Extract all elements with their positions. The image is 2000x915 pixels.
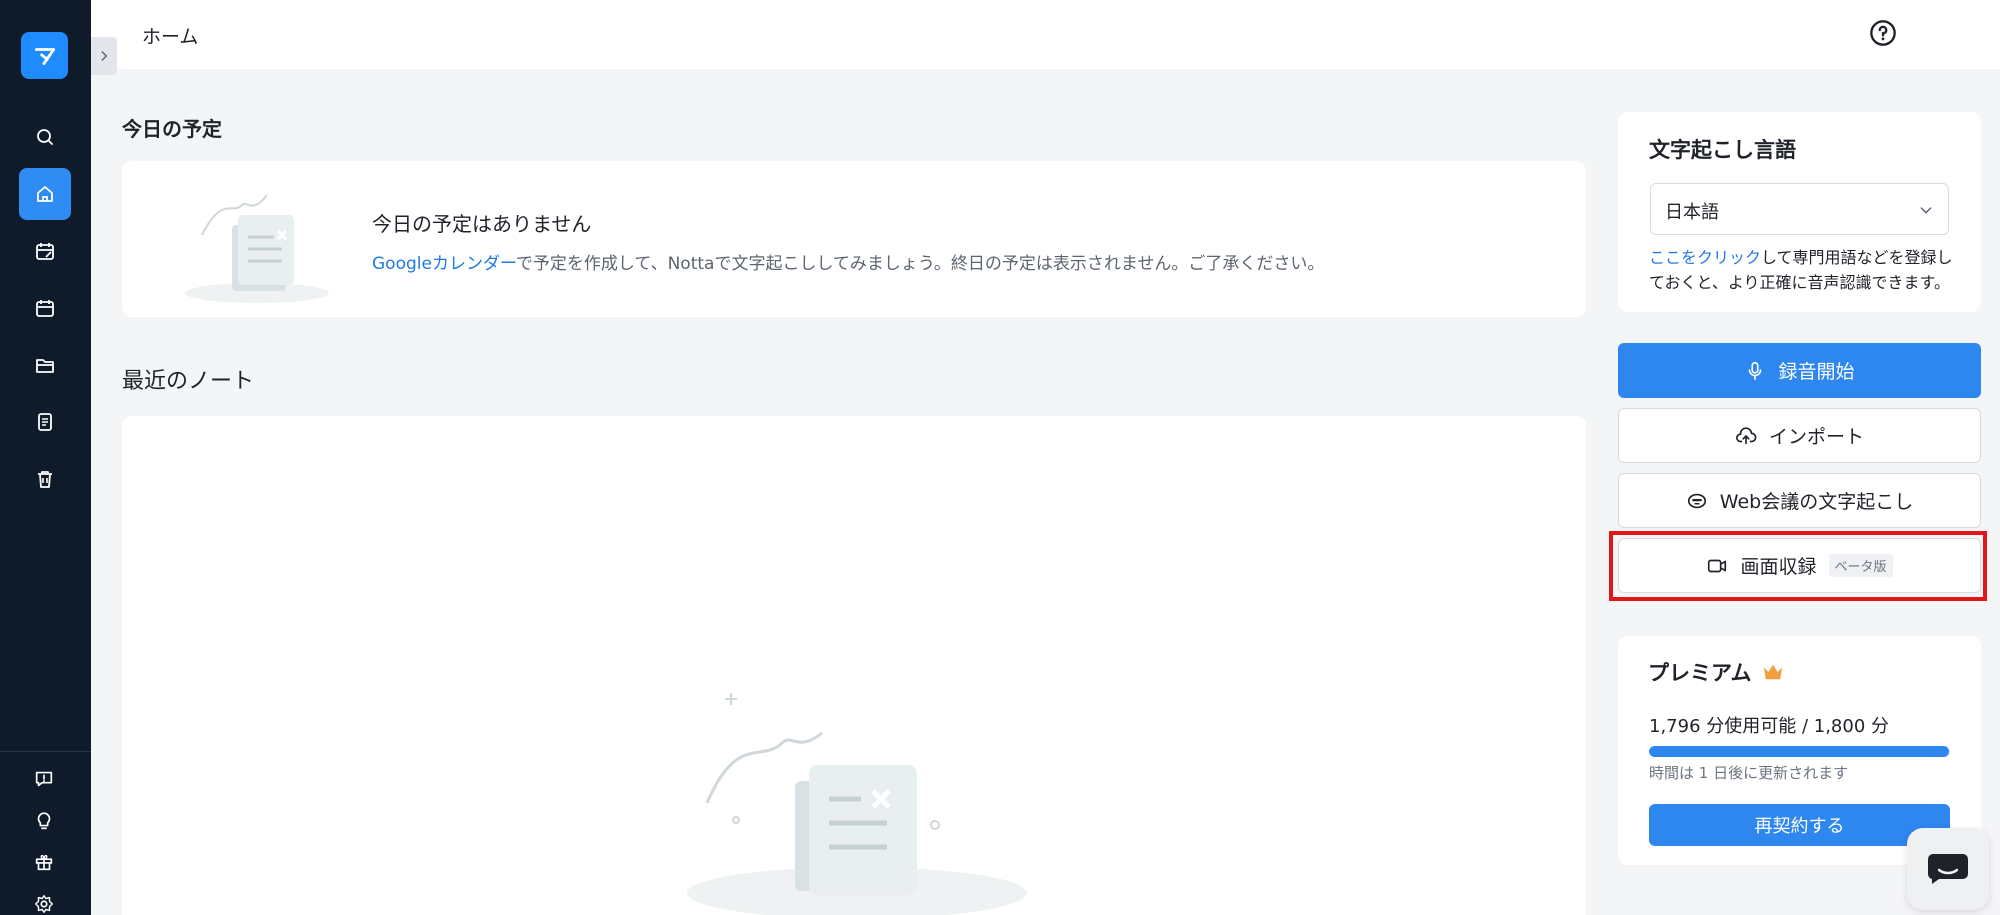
app-logo[interactable] [21, 32, 68, 79]
premium-title: プレミアム [1648, 661, 1752, 685]
gift-button[interactable] [30, 848, 58, 876]
sidebar-collapse-toggle[interactable] [91, 37, 117, 75]
chevron-right-icon [101, 51, 108, 61]
web-meeting-label: Web会議の文字起こし [1719, 491, 1914, 513]
usage-text: 1,796 分使用可能 / 1,800 分 [1649, 716, 1890, 737]
empty-schedule-illustration [185, 194, 329, 303]
nav-calendar-edit[interactable] [19, 225, 71, 277]
empty-schedule-heading: 今日の予定はありません [372, 212, 592, 236]
page-title: ホーム [142, 26, 199, 48]
nav-notes[interactable] [19, 396, 71, 448]
highlight-box [1609, 531, 1987, 601]
home-icon [37, 186, 53, 202]
crown-icon [1763, 664, 1782, 680]
gear-icon [35, 895, 53, 913]
nav-folder[interactable] [19, 339, 71, 391]
language-select[interactable]: 日本語 [1650, 183, 1949, 235]
calendar-edit-icon [36, 243, 54, 260]
note-icon [38, 413, 52, 431]
recent-notes-card [122, 416, 1586, 915]
top-bar [91, 0, 2000, 69]
feedback-icon [35, 771, 53, 787]
chevron-down-icon [1920, 207, 1932, 214]
usage-progress-bar [1649, 746, 1950, 757]
web-meeting-button[interactable]: Web会議の文字起こし [1618, 473, 1981, 528]
lightbulb-icon [37, 812, 51, 830]
empty-schedule-text: で予定を作成して、Nottaで文字起こししてみましょう。終日の予定は表示されませ… [515, 254, 1325, 274]
trash-icon [38, 471, 52, 488]
feedback-button[interactable] [30, 765, 58, 793]
recent-notes-title: 最近のノート [122, 369, 255, 394]
sidebar [0, 0, 91, 915]
language-select-value: 日本語 [1665, 202, 1719, 223]
help-icon[interactable] [1869, 19, 1897, 47]
gift-icon [35, 854, 53, 871]
empty-schedule-message: Googleカレンダーで予定を作成して、Nottaで文字起こししてみましょう。終… [372, 249, 1324, 274]
premium-header: プレミアム [1648, 657, 1784, 687]
microphone-icon [1749, 361, 1762, 380]
glossary-link[interactable]: ここをクリック [1649, 248, 1761, 267]
usage-progress-fill [1649, 746, 1950, 757]
tips-button[interactable] [30, 807, 58, 835]
logo-icon [34, 47, 55, 65]
language-title: 文字起こし言語 [1649, 138, 1796, 162]
renew-button[interactable]: 再契約する [1649, 804, 1950, 846]
nav-trash[interactable] [19, 453, 71, 505]
search-icon [37, 129, 53, 145]
language-hint: ここをクリックして専門用語などを登録しておくと、より正確に音声認識できます。 [1649, 245, 1961, 295]
nav-home[interactable] [19, 168, 71, 220]
reset-note: 時間は 1 日後に更新されます [1649, 764, 1849, 782]
sidebar-divider [0, 751, 91, 752]
google-calendar-link[interactable]: Googleカレンダー [372, 254, 516, 274]
calendar-icon [36, 300, 54, 317]
empty-notes-illustration [687, 693, 1027, 915]
schedule-card: 今日の予定はありません Googleカレンダーで予定を作成して、Nottaで文字… [122, 161, 1586, 317]
start-recording-label: 録音開始 [1778, 361, 1855, 383]
chat-widget-button[interactable] [1907, 828, 1989, 910]
start-recording-button[interactable]: 録音開始 [1618, 343, 1981, 398]
settings-button[interactable] [30, 890, 58, 915]
meeting-bot-icon [1687, 493, 1706, 508]
chat-icon [1927, 854, 1968, 884]
import-label: インポート [1768, 426, 1864, 448]
cloud-upload-icon [1736, 426, 1757, 444]
import-button[interactable]: インポート [1618, 408, 1981, 463]
search-button[interactable] [19, 111, 71, 163]
folder-icon [36, 359, 54, 373]
schedule-section-title: 今日の予定 [122, 117, 222, 141]
nav-calendar[interactable] [19, 282, 71, 334]
